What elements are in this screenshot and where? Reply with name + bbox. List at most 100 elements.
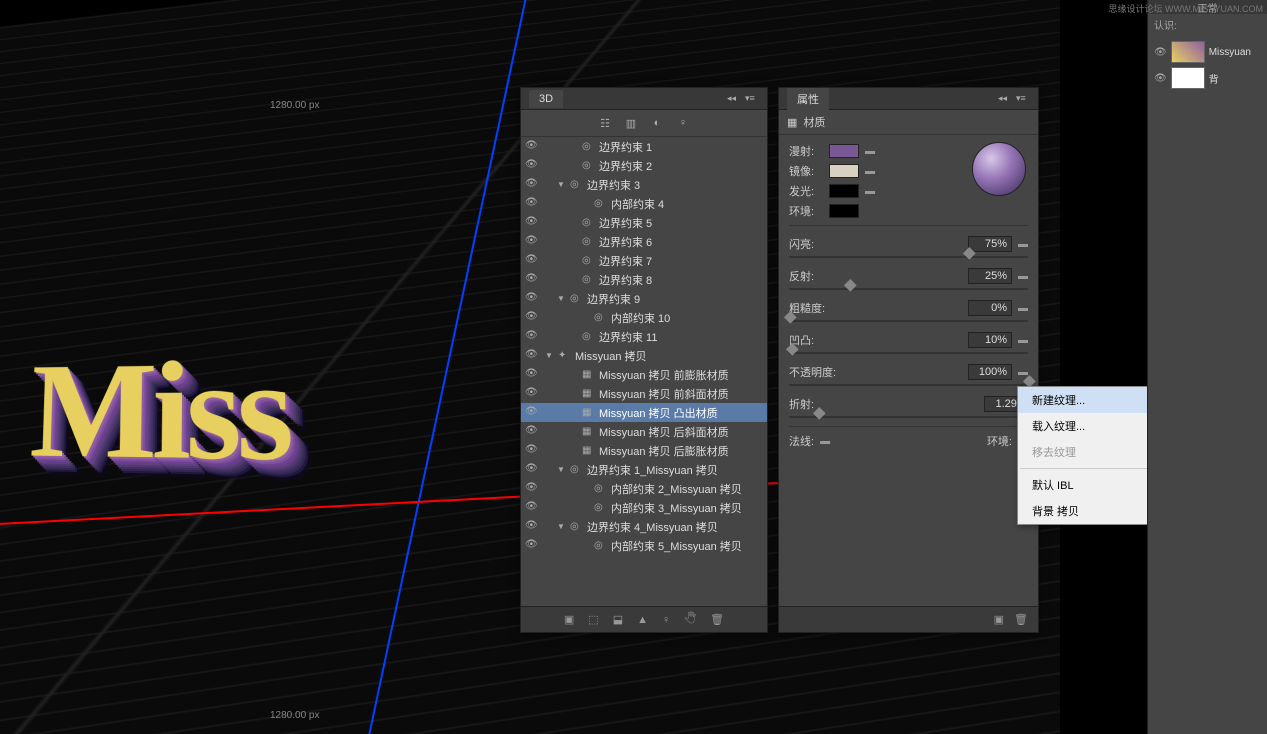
props-tab[interactable]: 属性: [787, 88, 829, 110]
ambient-swatch[interactable]: [829, 204, 859, 218]
menu-icon[interactable]: ▾≡: [1016, 93, 1030, 105]
opacity-slider[interactable]: [789, 384, 1028, 386]
tree-row[interactable]: 👁◎内部约束 2_Missyuan 拷贝: [521, 479, 767, 498]
3d-tab[interactable]: 3D: [529, 90, 563, 108]
visibility-icon[interactable]: 👁: [525, 501, 539, 515]
tree-row[interactable]: 👁▼◎边界约束 1_Missyuan 拷贝: [521, 460, 767, 479]
tree-row[interactable]: 👁◎边界约束 1: [521, 137, 767, 156]
tree-row[interactable]: 👁▼◎边界约束 9: [521, 289, 767, 308]
layer-row[interactable]: 👁Missyuan: [1152, 39, 1263, 65]
visibility-icon[interactable]: 👁: [525, 539, 539, 553]
visibility-icon[interactable]: 👁: [525, 197, 539, 211]
tree-row[interactable]: 👁◎边界约束 7: [521, 251, 767, 270]
tree-row[interactable]: 👁◎边界约束 11: [521, 327, 767, 346]
bump-slider[interactable]: [789, 352, 1028, 354]
visibility-icon[interactable]: 👁: [525, 140, 539, 154]
visibility-icon[interactable]: 👁: [525, 425, 539, 439]
filter-scene-icon[interactable]: ☷: [597, 115, 613, 131]
tree-row[interactable]: 👁▼✦Missyuan 拷贝: [521, 346, 767, 365]
tree-row[interactable]: 👁▼◎边界约束 4_Missyuan 拷贝: [521, 517, 767, 536]
shine-slider[interactable]: [789, 256, 1028, 258]
new-icon[interactable]: ▣: [994, 613, 1004, 626]
expand-arrow-icon[interactable]: ▼: [557, 465, 567, 474]
rough-slider[interactable]: [789, 320, 1028, 322]
tree-row[interactable]: 👁◎边界约束 5: [521, 213, 767, 232]
filter-light-icon[interactable]: ♀: [675, 115, 691, 131]
tree-row[interactable]: 👁◎内部约束 5_Missyuan 拷贝: [521, 536, 767, 555]
rough-value[interactable]: 0%: [968, 300, 1012, 316]
footer-icon-6[interactable]: 🖑: [684, 610, 696, 629]
tree-row[interactable]: 👁◎内部约束 4: [521, 194, 767, 213]
footer-icon-3[interactable]: ⬓: [613, 613, 623, 626]
visibility-icon[interactable]: 👁: [525, 235, 539, 249]
filter-material-icon[interactable]: ◐: [649, 115, 665, 131]
tree-row[interactable]: 👁▦Missyuan 拷贝 凸出材质: [521, 403, 767, 422]
visibility-icon[interactable]: 👁: [525, 159, 539, 173]
visibility-icon[interactable]: 👁: [525, 444, 539, 458]
layer-thumbnail[interactable]: [1171, 41, 1205, 63]
tree-row[interactable]: 👁◎边界约束 2: [521, 156, 767, 175]
folder-icon[interactable]: ▬: [1018, 239, 1028, 250]
visibility-icon[interactable]: 👁: [525, 311, 539, 325]
opacity-value[interactable]: 100%: [968, 364, 1012, 380]
footer-icon-2[interactable]: ⬚: [588, 613, 598, 626]
visibility-icon[interactable]: 👁: [525, 292, 539, 306]
3d-scene-tree[interactable]: 👁◎边界约束 1👁◎边界约束 2👁▼◎边界约束 3👁◎内部约束 4👁◎边界约束 …: [521, 137, 767, 607]
diffuse-swatch[interactable]: [829, 144, 859, 158]
tree-row[interactable]: 👁▦Missyuan 拷贝 前膨胀材质: [521, 365, 767, 384]
visibility-icon[interactable]: 👁: [525, 178, 539, 192]
expand-arrow-icon[interactable]: ▼: [557, 294, 567, 303]
visibility-icon[interactable]: 👁: [525, 254, 539, 268]
material-preview-sphere[interactable]: [972, 142, 1026, 196]
tree-row[interactable]: 👁◎边界约束 6: [521, 232, 767, 251]
visibility-icon[interactable]: 👁: [1154, 73, 1167, 84]
visibility-icon[interactable]: 👁: [525, 463, 539, 477]
tree-row[interactable]: 👁◎内部约束 10: [521, 308, 767, 327]
visibility-icon[interactable]: 👁: [525, 387, 539, 401]
folder-icon[interactable]: ▬: [865, 186, 875, 197]
tree-row[interactable]: 👁▼◎边界约束 3: [521, 175, 767, 194]
visibility-icon[interactable]: 👁: [525, 273, 539, 287]
props-panel-header[interactable]: 属性 ◂◂ ▾≡: [779, 88, 1038, 110]
tree-row[interactable]: 👁◎边界约束 8: [521, 270, 767, 289]
folder-icon[interactable]: ▬: [865, 166, 875, 177]
folder-icon[interactable]: ▬: [1018, 335, 1028, 346]
tree-row[interactable]: 👁◎内部约束 3_Missyuan 拷贝: [521, 498, 767, 517]
tree-row[interactable]: 👁▦Missyuan 拷贝 后斜面材质: [521, 422, 767, 441]
filter-mesh-icon[interactable]: ▥: [623, 115, 639, 131]
tree-row[interactable]: 👁▦Missyuan 拷贝 后膨胀材质: [521, 441, 767, 460]
illum-swatch[interactable]: [829, 184, 859, 198]
visibility-icon[interactable]: 👁: [1154, 47, 1167, 58]
visibility-icon[interactable]: 👁: [525, 330, 539, 344]
folder-icon[interactable]: ▬: [1018, 271, 1028, 282]
visibility-icon[interactable]: 👁: [525, 368, 539, 382]
3d-panel-header[interactable]: 3D ◂◂ ▾≡: [521, 88, 767, 110]
visibility-icon[interactable]: 👁: [525, 406, 539, 420]
reflect-value[interactable]: 25%: [968, 268, 1012, 284]
folder-icon[interactable]: ▬: [1018, 303, 1028, 314]
expand-arrow-icon[interactable]: ▼: [557, 522, 567, 531]
visibility-icon[interactable]: 👁: [525, 520, 539, 534]
trash-icon[interactable]: 🗑: [1014, 613, 1028, 626]
reflect-slider[interactable]: [789, 288, 1028, 290]
layers-list[interactable]: 👁Missyuan👁背: [1148, 35, 1267, 95]
layer-row[interactable]: 👁背: [1152, 65, 1263, 91]
folder-icon[interactable]: ▬: [820, 436, 830, 447]
shine-value[interactable]: 75%: [968, 236, 1012, 252]
refract-slider[interactable]: [789, 416, 1028, 418]
specular-swatch[interactable]: [829, 164, 859, 178]
footer-icon-5[interactable]: ♀: [662, 614, 670, 626]
footer-icon-4[interactable]: ▲: [637, 614, 648, 626]
expand-arrow-icon[interactable]: ▼: [557, 180, 567, 189]
footer-icon-1[interactable]: ▣: [564, 613, 574, 626]
menu-icon[interactable]: ▾≡: [745, 93, 759, 105]
collapse-icon[interactable]: ◂◂: [727, 93, 741, 105]
visibility-icon[interactable]: 👁: [525, 482, 539, 496]
bump-value[interactable]: 10%: [968, 332, 1012, 348]
folder-icon[interactable]: ▬: [865, 146, 875, 157]
trash-icon[interactable]: 🗑: [710, 613, 724, 626]
collapse-icon[interactable]: ◂◂: [998, 93, 1012, 105]
layer-thumbnail[interactable]: [1171, 67, 1205, 89]
expand-arrow-icon[interactable]: ▼: [545, 351, 555, 360]
visibility-icon[interactable]: 👁: [525, 349, 539, 363]
